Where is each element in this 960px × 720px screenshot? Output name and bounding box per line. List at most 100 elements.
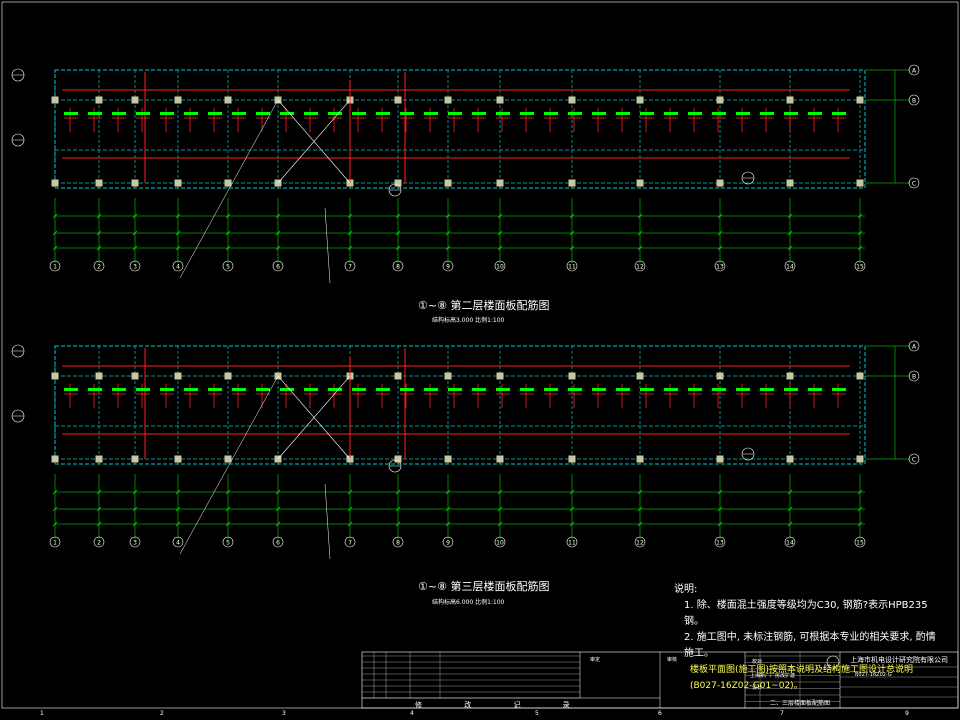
axis-label: 6 — [276, 264, 280, 271]
column — [51, 179, 59, 187]
column — [95, 372, 103, 380]
axis-label: 11 — [568, 264, 576, 271]
rebar-tag — [328, 112, 342, 115]
rebar-tag — [160, 388, 174, 391]
leader-line — [324, 207, 331, 284]
column — [856, 372, 864, 380]
axis-label: 14 — [786, 264, 794, 271]
column — [856, 179, 864, 187]
rebar-tag — [784, 388, 798, 391]
rebar-tag — [352, 388, 366, 391]
rebar-tag — [208, 388, 222, 391]
rebar-tag — [568, 388, 582, 391]
rebar-tag — [232, 388, 246, 391]
column — [394, 96, 402, 104]
column — [131, 455, 139, 463]
border-num-4: 4 — [410, 710, 414, 717]
rebar-tag — [232, 112, 246, 115]
column — [636, 372, 644, 380]
column — [95, 455, 103, 463]
revision-record-label: 修 改 记 录 — [415, 701, 590, 709]
rebar-tag — [736, 388, 750, 391]
leader-line — [179, 99, 279, 279]
axis-label: 13 — [716, 264, 724, 271]
company-name: 上海市机电设计研究院有限公司 — [850, 656, 948, 664]
axis-label: 3 — [133, 540, 137, 547]
approve-label: 审定 — [590, 657, 601, 663]
rebar-tag — [832, 112, 846, 115]
rebar-tag — [496, 388, 510, 391]
plan-3-title: 第三层楼面板配筋图 — [450, 580, 550, 593]
column — [636, 179, 644, 187]
rebar-tag — [112, 112, 126, 115]
column — [131, 372, 139, 380]
column — [496, 455, 504, 463]
rebar-tag — [424, 388, 438, 391]
column — [224, 372, 232, 380]
review-label: 审核 — [667, 657, 678, 663]
rebar-tag — [136, 388, 150, 391]
rebar-tag — [520, 112, 534, 115]
rebar-tag — [616, 388, 630, 391]
rebar-tag — [544, 388, 558, 391]
column — [174, 179, 182, 187]
rebar-tag — [592, 388, 606, 391]
rebar-tag — [592, 112, 606, 115]
border-num-2: 2 — [160, 710, 164, 717]
column — [496, 372, 504, 380]
rebar-tag — [808, 388, 822, 391]
rebar-tag — [616, 112, 630, 115]
column — [568, 372, 576, 380]
column — [174, 372, 182, 380]
column — [174, 455, 182, 463]
axis-label: 8 — [396, 264, 400, 271]
axis-label: 1 — [53, 540, 57, 547]
column — [496, 179, 504, 187]
rebar-tag — [256, 112, 270, 115]
design-label: 设计 — [752, 685, 763, 691]
rebar-tag — [256, 388, 270, 391]
column — [174, 96, 182, 104]
axis-label: 10 — [496, 540, 504, 547]
axis-label: 6 — [276, 540, 280, 547]
column — [568, 96, 576, 104]
rebar-tag — [424, 112, 438, 115]
rebar-tag — [112, 388, 126, 391]
axis-label: 9 — [446, 540, 450, 547]
axis-label: 12 — [636, 264, 644, 271]
column — [856, 455, 864, 463]
notes-line-3: 楼板平面图(施工图)按照本说明及结构施工图设计总说明(B027-16Z02-G0… — [690, 665, 914, 691]
column — [224, 96, 232, 104]
floor-plan-2: 1 2 3 4 5 6 7 8 9 10 11 12 13 14 15ABC — [11, 64, 920, 284]
rebar-tag — [832, 388, 846, 391]
plan-3-marker: ①~⑧ — [418, 580, 447, 593]
column — [444, 372, 452, 380]
border-num-7: 7 — [780, 710, 784, 717]
rebar-tag — [352, 112, 366, 115]
rebar-tag — [448, 112, 462, 115]
rebar-tag — [784, 112, 798, 115]
plan-3-scale: 结构标高6.000 比例1:100 — [432, 599, 505, 606]
rebar-tag — [664, 112, 678, 115]
rebar-tag — [736, 112, 750, 115]
axis-label: 5 — [226, 540, 230, 547]
column — [786, 179, 794, 187]
general-notes: 说明: 1. 除、楼面混土强度等级均为C30, 钢筋?表示HPB235钢。 2.… — [670, 582, 940, 694]
axis-label: 9 — [446, 264, 450, 271]
rebar-tag — [88, 112, 102, 115]
leader-line — [179, 375, 279, 555]
border-num-3: 3 — [282, 710, 286, 717]
rebar-tag — [304, 112, 318, 115]
rebar-tag — [544, 112, 558, 115]
rebar-tag — [280, 388, 294, 391]
column — [568, 455, 576, 463]
axis-label: 15 — [856, 540, 864, 547]
rebar-tag — [712, 388, 726, 391]
axis-label: 1 — [53, 264, 57, 271]
rebar-tag — [808, 112, 822, 115]
rebar-tag — [184, 112, 198, 115]
column — [131, 96, 139, 104]
floor-plan-3: 1 2 3 4 5 6 7 8 9 10 11 12 13 14 15ABC — [11, 340, 920, 560]
check-label: 校对 — [752, 659, 763, 665]
plan-2-scale: 结构标高3.000 比例1:100 — [432, 317, 505, 324]
